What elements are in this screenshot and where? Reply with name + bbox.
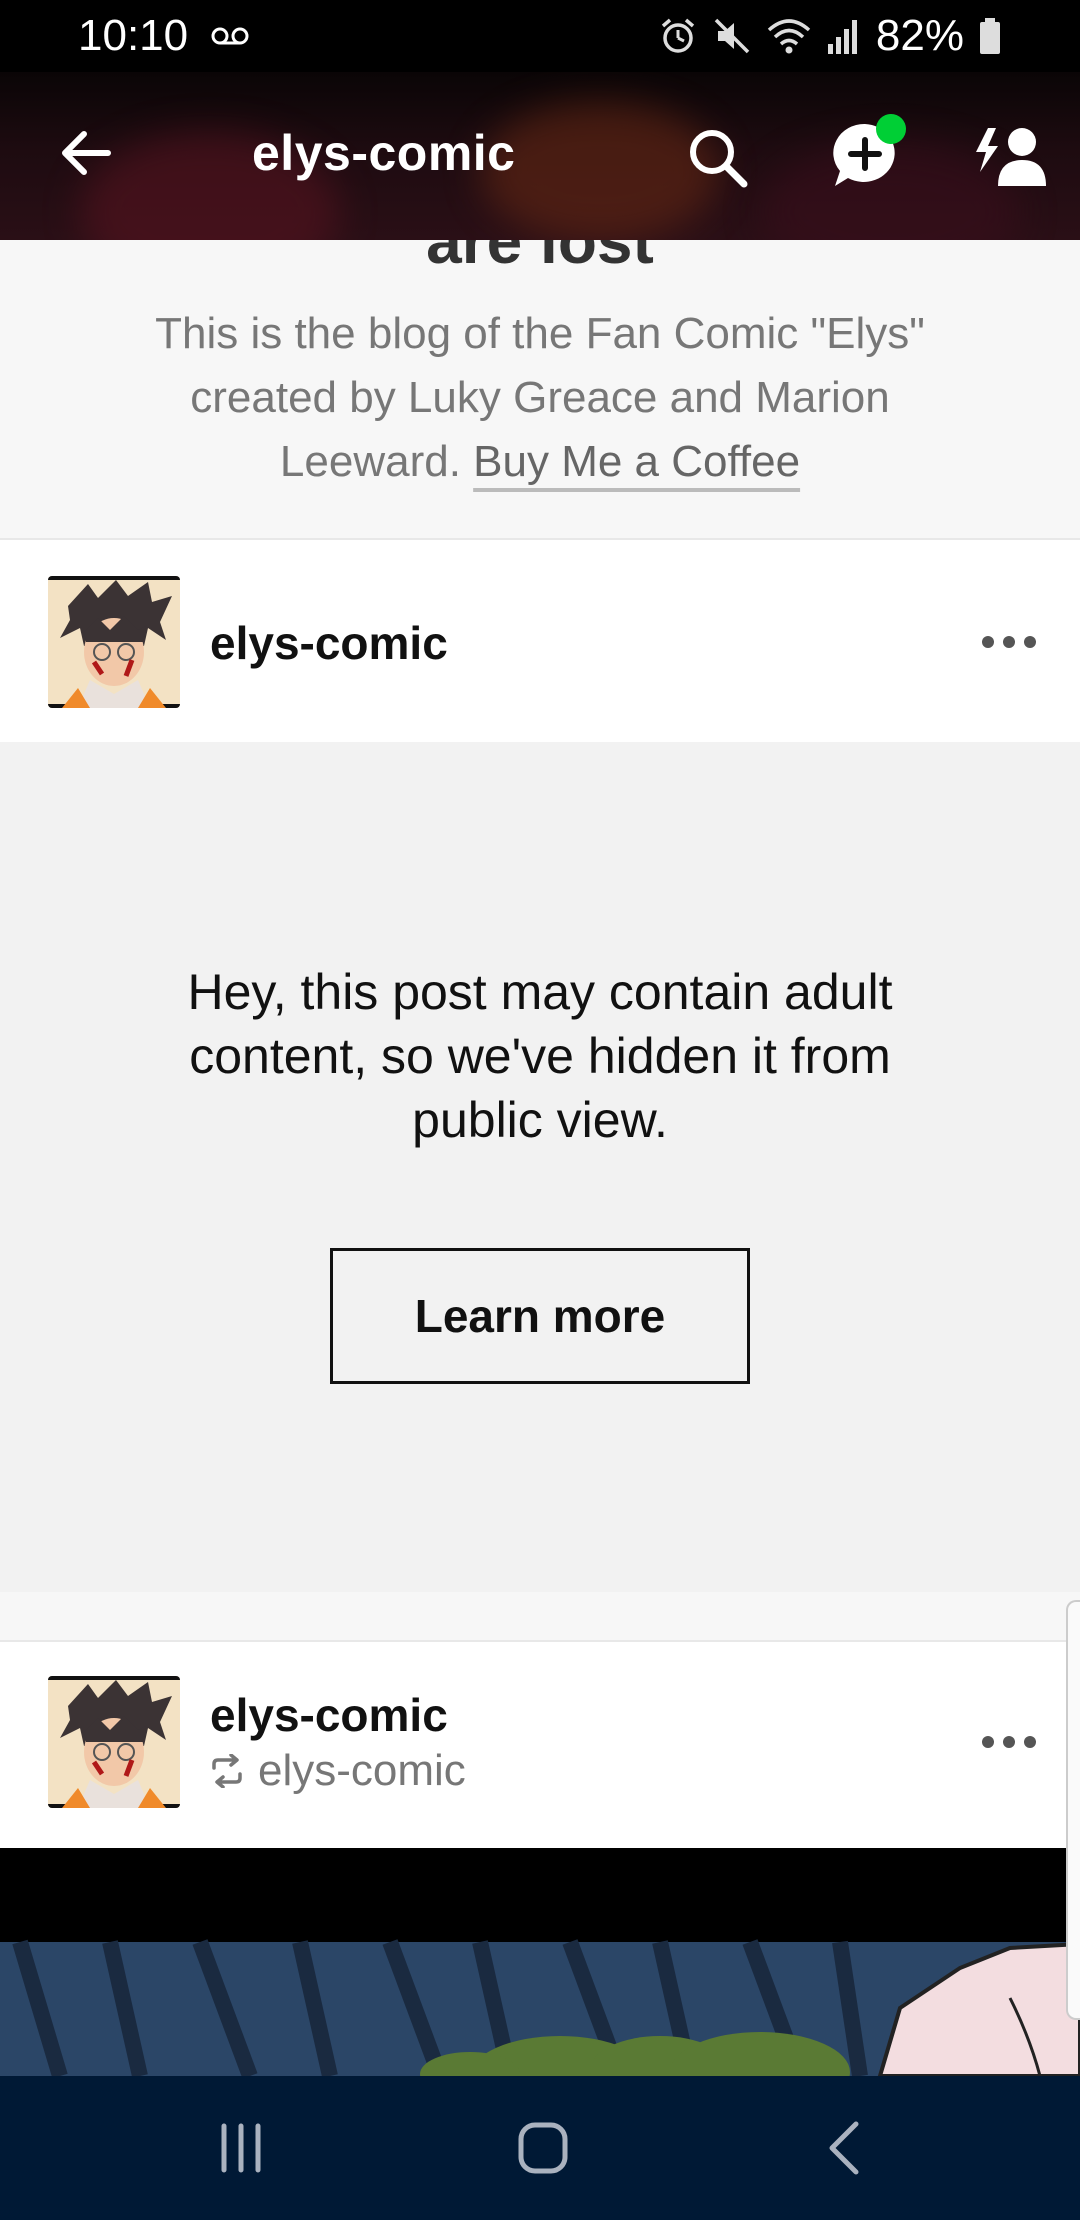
recent-apps-icon [221, 2123, 261, 2173]
voicemail-icon [210, 25, 250, 47]
status-bar: 10:10 82% [0, 0, 1080, 72]
avatar-image [48, 1676, 180, 1808]
follow-user-icon [976, 128, 1046, 186]
search-icon [690, 130, 748, 188]
buy-me-a-coffee-link[interactable]: Buy Me a Coffee [473, 437, 800, 486]
post-separator [0, 1592, 1080, 1640]
blog-description-section: are lost This is the blog of the Fan Com… [0, 240, 1080, 540]
signal-icon [826, 16, 862, 56]
avatar[interactable] [48, 1676, 180, 1808]
search-button[interactable] [686, 126, 750, 190]
more-options-button[interactable] [978, 1730, 1040, 1754]
post-image[interactable] [0, 1848, 1080, 2076]
more-dots-icon [982, 1736, 1036, 1748]
follow-button[interactable] [970, 122, 1046, 192]
avatar-image [48, 576, 180, 708]
battery-level: 82% [875, 11, 964, 60]
new-message-button[interactable] [830, 114, 906, 190]
notification-dot [876, 114, 906, 144]
wifi-icon [766, 16, 812, 56]
reblog-icon [212, 1754, 242, 1788]
post-author[interactable]: elys-comic [210, 1688, 448, 1742]
comic-panel-image [0, 1848, 1080, 2076]
post-header: elys-comic elys-comic [0, 1642, 1080, 1848]
hidden-post-message: Hey, this post may contain adult content… [187, 964, 893, 1148]
system-nav-bar [0, 2076, 1080, 2220]
recent-apps-button[interactable] [206, 2116, 276, 2180]
chevron-left-icon [829, 2121, 859, 2175]
mute-icon [712, 16, 752, 56]
reblog-source[interactable]: elys-comic [210, 1746, 466, 1796]
status-time: 10:10 [78, 11, 189, 60]
alarm-icon [658, 16, 698, 56]
app-header: elys-comic [0, 72, 1080, 240]
hidden-post-notice: Hey, this post may contain adult content… [0, 742, 1080, 1592]
battery-icon [978, 16, 1002, 56]
more-dots-icon [982, 636, 1036, 648]
blog-description: This is the blog of the Fan Comic "Elys"… [100, 302, 980, 494]
blog-title: elys-comic [252, 125, 516, 181]
blog-header-title: are lost [426, 240, 654, 277]
post-header: elys-comic [0, 542, 1080, 742]
reblog-source-name: elys-comic [258, 1746, 466, 1795]
back-button[interactable] [52, 118, 122, 188]
header-background-glow [480, 102, 720, 240]
home-icon [518, 2122, 568, 2174]
more-options-button[interactable] [978, 630, 1040, 654]
home-button[interactable] [508, 2116, 578, 2180]
system-back-button[interactable] [810, 2116, 880, 2180]
post-author[interactable]: elys-comic [210, 616, 448, 670]
divider [0, 538, 1080, 540]
scrollbar[interactable] [1066, 1600, 1080, 2020]
avatar[interactable] [48, 576, 180, 708]
arrow-left-icon [62, 131, 111, 175]
learn-more-button[interactable]: Learn more [330, 1248, 750, 1384]
